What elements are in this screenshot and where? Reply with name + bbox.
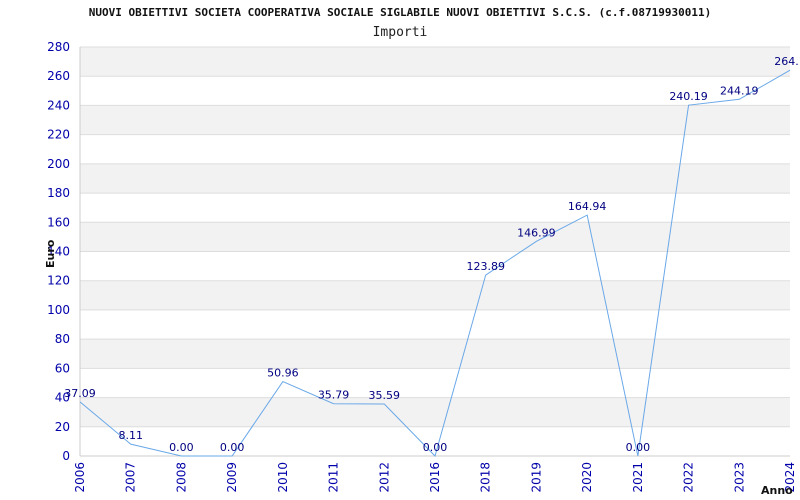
y-tick-label: 0: [62, 449, 70, 463]
x-tick-label: 2022: [682, 462, 696, 493]
y-tick-label: 20: [55, 420, 70, 434]
y-tick-label: 200: [47, 157, 70, 171]
data-label: 35.79: [318, 389, 350, 402]
grid-band: [80, 47, 790, 77]
x-tick-label: 2021: [631, 462, 645, 493]
grid-band: [80, 193, 790, 223]
x-tick-label: 2018: [479, 462, 493, 493]
data-label: 244.19: [720, 84, 759, 97]
x-tick-label: 2009: [225, 462, 239, 493]
grid-band: [80, 339, 790, 369]
x-tick-label: 2010: [276, 462, 290, 493]
x-tick-label: 2016: [428, 462, 442, 493]
x-axis-ticks: 2006 2007 2008 2009 2010 2011 2012 2016 2018 2019…: [73, 462, 797, 493]
y-axis-label: Euro: [44, 239, 57, 268]
data-label: 0.00: [423, 441, 448, 454]
x-tick-label: 2019: [529, 462, 543, 493]
x-tick-label: 2011: [327, 462, 341, 493]
grid-band: [80, 309, 790, 340]
y-tick-label: 280: [47, 40, 70, 54]
y-tick-label: 80: [55, 332, 70, 346]
y-tick-label: 160: [47, 215, 70, 229]
data-label: 35.59: [369, 389, 401, 402]
data-label: 264.1: [774, 55, 800, 68]
y-tick-label: 240: [47, 98, 70, 112]
y-tick-label: 100: [47, 303, 70, 317]
data-label: 0.00: [626, 441, 651, 454]
data-label: 240.19: [669, 90, 708, 103]
grid-band: [80, 397, 790, 427]
data-label: 50.96: [267, 367, 299, 380]
grid-band: [80, 222, 790, 252]
grid-band: [80, 368, 790, 398]
y-tick-label: 220: [47, 128, 70, 142]
y-tick-label: 260: [47, 69, 70, 83]
line-chart: 020406080100120140160180200220240260280 …: [44, 40, 800, 497]
grid-band: [80, 251, 790, 281]
data-label: 164.94: [568, 200, 607, 213]
data-label: 0.00: [220, 441, 245, 454]
grid-band: [80, 105, 790, 135]
grid-band: [80, 163, 790, 194]
data-label: 0.00: [169, 441, 194, 454]
data-label: 146.99: [517, 226, 556, 239]
data-label: 123.89: [466, 260, 505, 273]
data-label: 8.11: [118, 429, 143, 442]
x-axis-label: Anno: [761, 484, 793, 497]
x-tick-label: 2020: [580, 462, 594, 493]
y-tick-label: 60: [55, 361, 70, 375]
grid-band: [80, 280, 790, 310]
x-tick-label: 2008: [174, 462, 188, 493]
y-tick-label: 180: [47, 186, 70, 200]
x-tick-label: 2006: [73, 462, 87, 493]
x-tick-label: 2012: [377, 462, 391, 493]
x-tick-label: 2023: [732, 462, 746, 493]
x-tick-label: 2007: [124, 462, 138, 493]
data-label: 37.09: [64, 387, 96, 400]
y-tick-label: 120: [47, 274, 70, 288]
